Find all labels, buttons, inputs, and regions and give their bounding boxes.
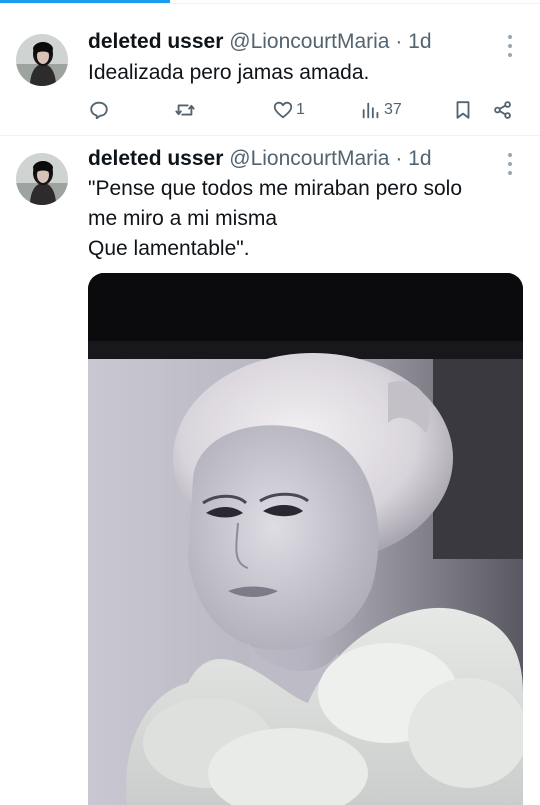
divider [0, 3, 540, 4]
reply-button[interactable] [88, 96, 110, 124]
tweet-text: "Pense que todos me miraban pero solo me… [88, 177, 463, 260]
timestamp[interactable]: 1d [408, 147, 431, 170]
tweet-text: Idealizada pero jamas amada. [88, 61, 370, 84]
like-count: 1 [296, 101, 305, 118]
avatar[interactable] [16, 153, 68, 205]
share-icon [494, 101, 511, 119]
bookmark-button[interactable] [452, 96, 474, 124]
reply-icon [90, 101, 108, 120]
avatar-image [16, 153, 68, 205]
timestamp[interactable]: 1d [408, 30, 431, 53]
share-button[interactable] [492, 96, 514, 124]
tweet-actions: 1 37 [88, 96, 516, 124]
bookmark-icon [456, 101, 470, 119]
retweet-icon [175, 104, 195, 116]
tweet[interactable]: deleted usser @LioncourtMaria · 1d "Pens… [0, 137, 540, 805]
views-button[interactable]: 37 [360, 96, 402, 124]
author-name[interactable]: deleted usser [88, 30, 223, 53]
tweet-header: deleted usser @LioncourtMaria · 1d [88, 28, 500, 56]
like-button[interactable]: 1 [272, 96, 305, 124]
tweet-photo[interactable] [88, 273, 523, 805]
author-handle[interactable]: @LioncourtMaria [229, 147, 389, 170]
more-icon[interactable] [502, 35, 518, 57]
author-name[interactable]: deleted usser [88, 147, 223, 170]
repost-button[interactable] [174, 96, 196, 124]
photo-image [88, 273, 523, 805]
author-handle[interactable]: @LioncourtMaria [229, 30, 389, 53]
separator: · [395, 147, 403, 170]
separator: · [395, 30, 403, 53]
views-icon [362, 102, 379, 119]
more-icon[interactable] [502, 153, 518, 175]
tweet-header: deleted usser @LioncourtMaria · 1d [88, 145, 500, 173]
avatar-image [16, 34, 68, 86]
tweet[interactable]: deleted usser @LioncourtMaria · 1d Ideal… [0, 18, 540, 136]
view-count: 37 [384, 101, 402, 118]
heart-icon [273, 101, 293, 119]
avatar[interactable] [16, 34, 68, 86]
